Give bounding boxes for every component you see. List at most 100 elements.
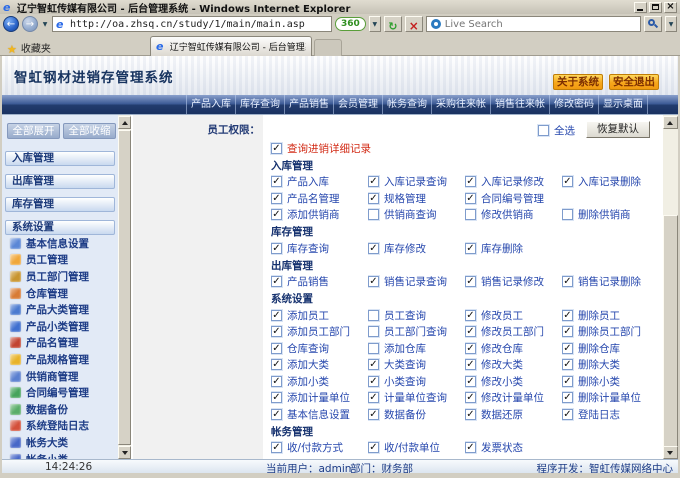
permission-checkbox[interactable]: [465, 326, 476, 337]
close-icon[interactable]: [664, 2, 677, 13]
new-tab-stub[interactable]: [314, 39, 342, 57]
permission-checkbox[interactable]: [562, 409, 573, 420]
permission-checkbox[interactable]: [465, 243, 476, 254]
permission-checkbox[interactable]: [368, 326, 379, 337]
permission-checkbox[interactable]: [465, 310, 476, 321]
permission-checkbox[interactable]: [271, 392, 282, 403]
sidebar-item[interactable]: 产品大类管理: [2, 301, 118, 318]
permission-checkbox[interactable]: [465, 409, 476, 420]
permission-checkbox[interactable]: [465, 176, 476, 187]
forward-icon[interactable]: [22, 16, 38, 32]
permission-checkbox[interactable]: [562, 392, 573, 403]
permission-checkbox[interactable]: [271, 243, 282, 254]
permission-checkbox[interactable]: [271, 326, 282, 337]
permission-checkbox[interactable]: [368, 193, 379, 204]
permission-checkbox[interactable]: [271, 376, 282, 387]
permission-checkbox[interactable]: [368, 176, 379, 187]
minimize-icon[interactable]: [634, 2, 647, 13]
address-field[interactable]: http://oa.zhsq.cn/study/1/main/main.asp: [52, 16, 332, 32]
collapse-all-button[interactable]: 全部收缩: [63, 123, 116, 139]
main-scrollbar[interactable]: [663, 115, 678, 460]
scroll-up-icon[interactable]: [663, 116, 678, 129]
sidebar-group-header[interactable]: 入库管理: [5, 151, 115, 166]
permission-checkbox[interactable]: [562, 310, 573, 321]
nav-item[interactable]: 帐务查询: [382, 95, 431, 114]
browser-tab[interactable]: 辽宁智虹传媒有限公司 - 后台管理系统: [150, 36, 312, 56]
sidebar-item[interactable]: 系统登陆日志: [2, 418, 118, 435]
permission-checkbox[interactable]: [465, 442, 476, 453]
sidebar-item[interactable]: 基本信息设置: [2, 235, 118, 252]
permission-checkbox[interactable]: [465, 392, 476, 403]
sidebar-item[interactable]: 仓库管理: [2, 285, 118, 302]
select-all-checkbox[interactable]: [538, 125, 549, 136]
permission-checkbox[interactable]: [368, 243, 379, 254]
nav-item[interactable]: 产品销售: [284, 95, 333, 114]
about-system-button[interactable]: 关于系统: [553, 74, 603, 90]
sidebar-item[interactable]: 供销商管理: [2, 368, 118, 385]
permission-checkbox[interactable]: [368, 310, 379, 321]
search-dropdown-button[interactable]: [665, 16, 677, 32]
permission-checkbox[interactable]: [368, 209, 379, 220]
scroll-down-icon[interactable]: [663, 446, 678, 459]
sidebar-item[interactable]: 产品小类管理: [2, 318, 118, 335]
permission-checkbox[interactable]: [562, 176, 573, 187]
sidebar-item[interactable]: 帐务大类: [2, 434, 118, 451]
permission-checkbox[interactable]: [562, 359, 573, 370]
sidebar-item[interactable]: 合同编号管理: [2, 384, 118, 401]
permission-checkbox[interactable]: [271, 310, 282, 321]
main-scroll-thumb[interactable]: [663, 215, 678, 447]
permission-checkbox[interactable]: [562, 343, 573, 354]
permission-checkbox[interactable]: [271, 276, 282, 287]
nav-item[interactable]: 显示桌面: [598, 95, 648, 114]
restore-default-button[interactable]: 恢复默认: [586, 121, 650, 138]
favorites-button[interactable]: 收藏夹: [7, 38, 51, 57]
history-dropdown-icon[interactable]: [41, 21, 49, 28]
permission-checkbox[interactable]: [368, 442, 379, 453]
permission-checkbox[interactable]: [562, 209, 573, 220]
permission-checkbox[interactable]: [271, 442, 282, 453]
permission-checkbox[interactable]: [562, 276, 573, 287]
sidebar-item[interactable]: 员工管理: [2, 252, 118, 269]
permission-checkbox[interactable]: [368, 409, 379, 420]
sidebar-item[interactable]: 产品规格管理: [2, 351, 118, 368]
maximize-icon[interactable]: [649, 2, 662, 13]
nav-item[interactable]: 会员管理: [333, 95, 382, 114]
permission-checkbox[interactable]: [271, 176, 282, 187]
search-box[interactable]: [426, 16, 641, 32]
permission-checkbox[interactable]: [368, 276, 379, 287]
sidebar-group-header[interactable]: 库存管理: [5, 197, 115, 212]
permission-checkbox[interactable]: [465, 359, 476, 370]
permission-checkbox[interactable]: [271, 359, 282, 370]
permission-checkbox[interactable]: [271, 343, 282, 354]
sidebar-item[interactable]: 员工部门管理: [2, 268, 118, 285]
scroll-up-icon[interactable]: [118, 116, 131, 129]
permission-checkbox[interactable]: [368, 343, 379, 354]
sidebar-item[interactable]: 产品名管理: [2, 335, 118, 352]
permission-checkbox[interactable]: [465, 276, 476, 287]
nav-item[interactable]: 采购往来帐: [431, 95, 490, 114]
permission-checkbox[interactable]: [465, 343, 476, 354]
sidebar-item[interactable]: 数据备份: [2, 401, 118, 418]
search-button[interactable]: [644, 16, 662, 32]
permission-checkbox[interactable]: [271, 193, 282, 204]
nav-item[interactable]: 销售往来帐: [490, 95, 549, 114]
sidebar-scroll-thumb[interactable]: [118, 130, 131, 445]
permission-checkbox[interactable]: [271, 209, 282, 220]
nav-item[interactable]: 库存查询: [235, 95, 284, 114]
permission-checkbox[interactable]: [465, 193, 476, 204]
permission-checkbox[interactable]: [562, 376, 573, 387]
stop-button[interactable]: [405, 16, 423, 32]
permission-checkbox[interactable]: [271, 409, 282, 420]
back-icon[interactable]: [3, 16, 19, 32]
permission-checkbox[interactable]: [368, 359, 379, 370]
permission-checkbox[interactable]: [465, 209, 476, 220]
refresh-button[interactable]: [384, 16, 402, 32]
sidebar-group-header[interactable]: 出库管理: [5, 174, 115, 189]
badge-dropdown-button[interactable]: [369, 16, 381, 32]
permission-checkbox[interactable]: [271, 143, 282, 154]
sidebar-scrollbar[interactable]: [118, 115, 131, 460]
safe-logout-button[interactable]: 安全退出: [609, 74, 659, 90]
scroll-down-icon[interactable]: [118, 446, 131, 459]
badge-360[interactable]: 360: [335, 17, 366, 31]
permission-checkbox[interactable]: [465, 376, 476, 387]
